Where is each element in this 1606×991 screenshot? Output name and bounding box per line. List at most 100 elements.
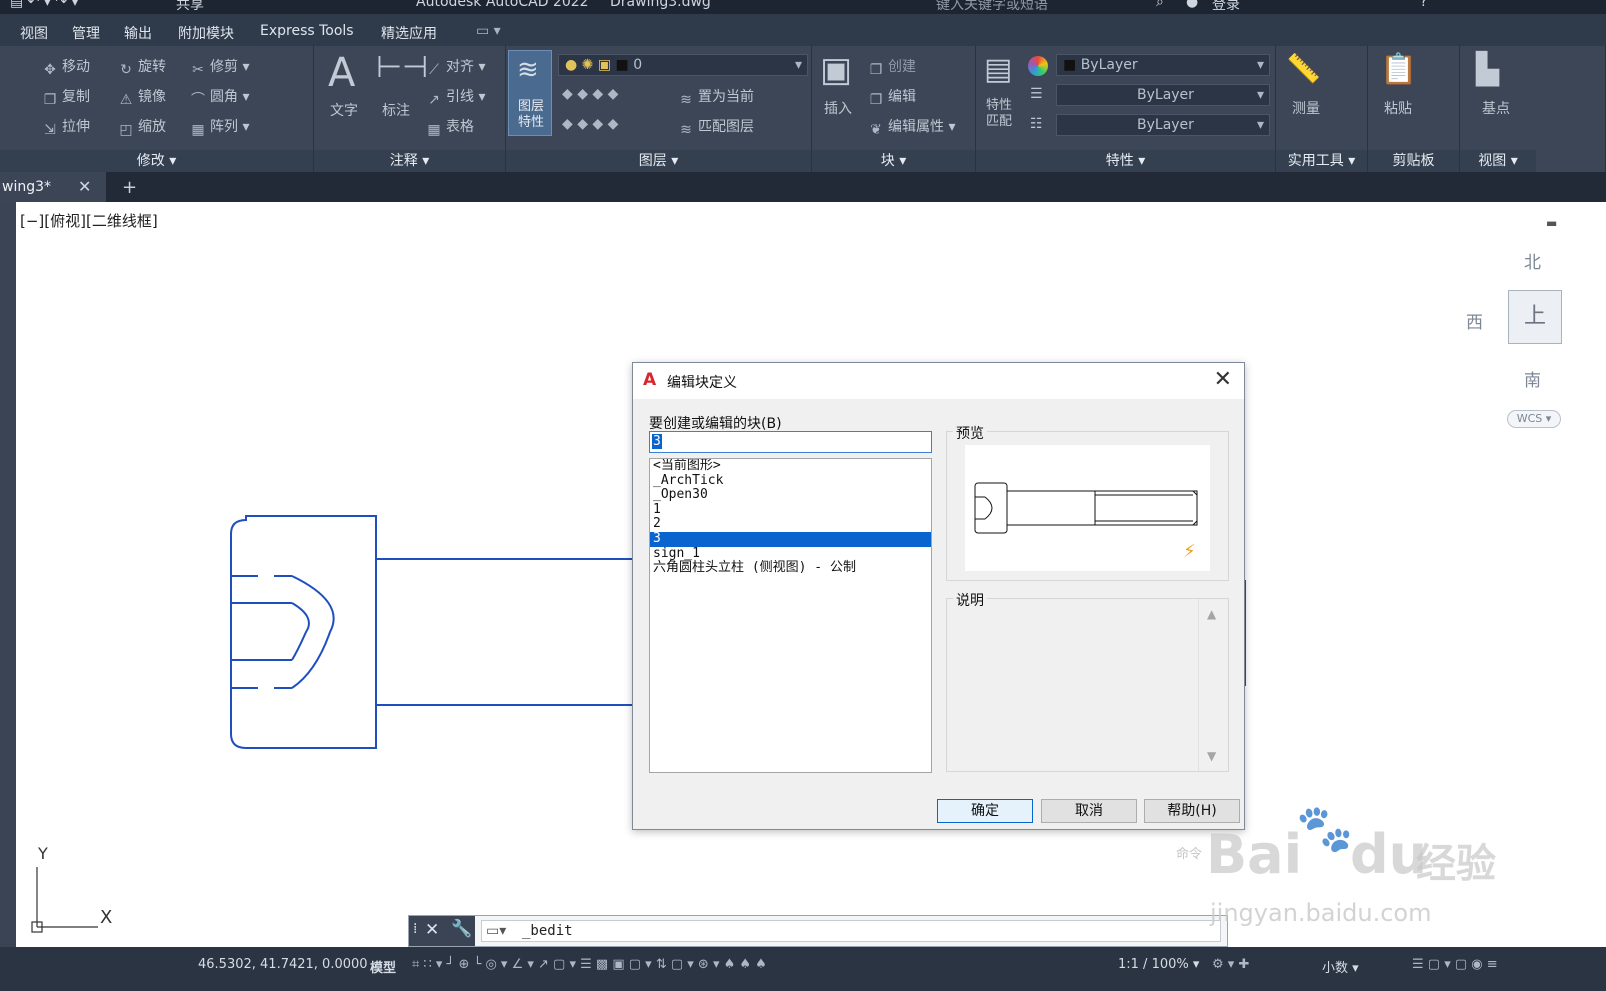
- close-command-icon[interactable]: ✕: [425, 920, 439, 940]
- share-button[interactable]: 共享: [176, 0, 204, 14]
- ribbon-panel-block-title[interactable]: 块 ▾: [812, 150, 975, 172]
- list-item[interactable]: _ArchTick: [650, 473, 931, 489]
- wcs-menu[interactable]: WCS ▾: [1507, 410, 1561, 428]
- match-properties-button[interactable]: 特性匹配: [986, 98, 1018, 130]
- menu-output[interactable]: 输出: [124, 23, 152, 43]
- layer-properties-button[interactable]: ≋ 图层特性: [508, 50, 552, 136]
- match-properties-icon[interactable]: ▤: [984, 52, 1012, 87]
- insert-icon[interactable]: ▣: [820, 50, 852, 90]
- paste-button[interactable]: 粘贴: [1384, 98, 1412, 118]
- user-icon[interactable]: ●: [1186, 0, 1198, 10]
- menu-addins[interactable]: 附加模块: [178, 23, 234, 43]
- linetype-combo[interactable]: ByLayer: [1056, 84, 1270, 106]
- insert-button[interactable]: 插入: [824, 98, 852, 118]
- quick-access-toolbar[interactable]: ▤ ↶ ▾ ↷ ▾: [10, 0, 79, 10]
- drafting-tools[interactable]: ⌗ ∷ ▾ ┘ ⊕ └ ◎ ▾ ∠ ▾ ↗ ▢ ▾ ☰ ▩ ▣ ▢ ▾ ⇅ ▢ …: [412, 957, 767, 972]
- close-icon[interactable]: ✕: [1214, 367, 1232, 392]
- list-item[interactable]: 六角圆柱头立柱 (侧视图) - 公制: [650, 561, 931, 576]
- settings-icon[interactable]: ⚙ ▾ ✚: [1212, 957, 1249, 972]
- help-icon[interactable]: ?: [1420, 0, 1427, 10]
- new-tab-icon[interactable]: +: [122, 177, 137, 198]
- coordinates-readout[interactable]: 46.5302, 41.7421, 0.0000: [198, 957, 368, 972]
- search-input[interactable]: 键入关键字或短语: [936, 0, 1048, 14]
- scroll-up-icon[interactable]: ▲: [1207, 607, 1216, 621]
- leader-button[interactable]: ↗ 引线 ▾: [426, 86, 485, 108]
- base-view-icon[interactable]: ▙: [1476, 52, 1499, 87]
- align-button[interactable]: ⟋ 对齐 ▾: [426, 56, 485, 78]
- block-list[interactable]: <当前图形> _ArchTick _Open30 1 2 3 sign_1 六角…: [649, 458, 932, 773]
- ok-button[interactable]: 确定: [937, 799, 1033, 823]
- list-item-selected[interactable]: 3: [650, 531, 931, 547]
- model-space-button[interactable]: 模型: [370, 957, 396, 976]
- move-button[interactable]: ✥ 移动: [42, 56, 90, 78]
- units-selector[interactable]: 小数 ▾: [1322, 957, 1359, 976]
- command-prompt-icon[interactable]: ▭▾: [486, 921, 506, 941]
- close-tab-icon[interactable]: ✕: [78, 172, 91, 202]
- mirror-button[interactable]: ⚠ 镜像: [118, 86, 166, 108]
- scroll-down-icon[interactable]: ▼: [1207, 749, 1216, 763]
- layer-combo[interactable]: ● ✺ ▣ ■ 0: [558, 54, 808, 76]
- list-item[interactable]: <当前图形>: [650, 459, 931, 474]
- block-name-input[interactable]: 3: [649, 431, 932, 453]
- ribbon-panel-annotation-title[interactable]: 注释 ▾: [314, 150, 505, 172]
- menu-express-tools[interactable]: Express Tools: [260, 23, 354, 39]
- status-extra-icons[interactable]: ☰ ▢ ▾ ▢ ◉ ≡: [1412, 957, 1498, 972]
- cancel-button[interactable]: 取消: [1041, 799, 1137, 823]
- description-scrollbar[interactable]: ▲ ▼: [1198, 599, 1228, 771]
- tab-drawing3[interactable]: wing3* ✕: [0, 172, 106, 202]
- set-current-button[interactable]: ≋ 置为当前: [678, 86, 754, 108]
- ribbon-panel-layers-title[interactable]: 图层 ▾: [506, 150, 811, 172]
- rotate-button[interactable]: ↻ 旋转: [118, 56, 166, 78]
- minimize-viewport-icon[interactable]: ▬: [1546, 216, 1557, 230]
- list-item[interactable]: sign_1: [650, 546, 931, 562]
- list-item[interactable]: 2: [650, 517, 931, 532]
- ribbon-panel-utilities-title[interactable]: 实用工具 ▾: [1276, 150, 1367, 172]
- menu-featured-apps[interactable]: 精选应用: [381, 23, 437, 43]
- command-input[interactable]: ▭▾ _bedit: [481, 920, 1221, 942]
- match-layer-button[interactable]: ≋ 匹配图层: [678, 116, 754, 138]
- edit-block-button[interactable]: ❐ 编辑: [868, 86, 916, 108]
- stretch-button[interactable]: ⇲ 拉伸: [42, 116, 90, 138]
- color-combo[interactable]: ■ ByLayer: [1056, 54, 1270, 76]
- command-line-grip[interactable]: ⁞ ✕ 🔧: [409, 916, 475, 946]
- text-icon[interactable]: A: [328, 50, 355, 96]
- fillet-button[interactable]: ⌒ 圆角 ▾: [190, 86, 249, 108]
- dimension-button[interactable]: 标注: [382, 100, 410, 120]
- login-button[interactable]: 登录: [1212, 0, 1240, 14]
- wrench-icon[interactable]: 🔧: [451, 919, 472, 939]
- compass-north[interactable]: 北: [1524, 248, 1541, 273]
- text-button[interactable]: 文字: [330, 100, 358, 120]
- ribbon-panel-clipboard-title[interactable]: 剪贴板: [1368, 150, 1459, 172]
- lineweight-combo[interactable]: ByLayer: [1056, 114, 1270, 136]
- menu-manage[interactable]: 管理: [72, 23, 100, 43]
- ribbon-toggle-icon[interactable]: ▭ ▾: [476, 23, 501, 39]
- ribbon-panel-view-title[interactable]: 视图 ▾: [1460, 150, 1536, 172]
- dimension-icon[interactable]: ⊢⊣: [376, 50, 428, 85]
- annotation-scale[interactable]: 1:1 / 100% ▾: [1118, 957, 1199, 972]
- compass-west[interactable]: 西: [1466, 308, 1483, 333]
- list-item[interactable]: 1: [650, 502, 931, 518]
- grip-icon[interactable]: ⁞: [413, 921, 417, 937]
- ribbon-panel-modify-title[interactable]: 修改 ▾: [0, 150, 313, 172]
- copy-button[interactable]: ❐ 复制: [42, 86, 90, 108]
- paste-icon[interactable]: 📋: [1380, 52, 1417, 87]
- array-button[interactable]: ▦ 阵列 ▾: [190, 116, 249, 138]
- measure-button[interactable]: 测量: [1292, 98, 1320, 118]
- create-block-button[interactable]: ❐ 创建: [868, 56, 916, 78]
- layer-tools-row1[interactable]: ◆ ◆ ◆ ◆: [562, 86, 618, 102]
- dialog-title-bar[interactable]: A 编辑块定义 ✕: [633, 363, 1244, 399]
- scale-button[interactable]: ◰ 缩放: [118, 116, 166, 138]
- view-cube[interactable]: 上: [1508, 290, 1562, 344]
- table-button[interactable]: ▦ 表格: [426, 116, 474, 138]
- ribbon-panel-properties-title[interactable]: 特性 ▾: [976, 150, 1275, 172]
- trim-button[interactable]: ✂ 修剪 ▾: [190, 56, 249, 78]
- edit-attributes-button[interactable]: ❦ 编辑属性 ▾: [868, 116, 955, 138]
- menu-view[interactable]: 视图: [20, 23, 48, 43]
- layer-tools-row2[interactable]: ◆ ◆ ◆ ◆: [562, 116, 618, 132]
- list-item[interactable]: _Open30: [650, 488, 931, 503]
- search-icon[interactable]: ⌕: [1156, 0, 1164, 10]
- measure-icon[interactable]: 📏: [1286, 52, 1321, 85]
- compass-south[interactable]: 南: [1524, 366, 1541, 391]
- color-wheel-icon[interactable]: [1028, 56, 1048, 76]
- base-view-button[interactable]: 基点: [1482, 98, 1510, 118]
